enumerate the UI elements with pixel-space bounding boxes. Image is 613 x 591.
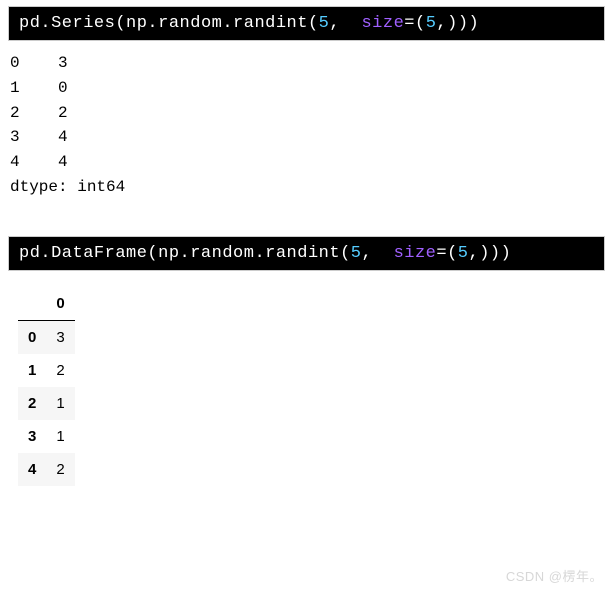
token-paren: ( — [308, 14, 319, 33]
token-comma: , — [469, 244, 480, 263]
dataframe-output: 0 0 3 1 2 2 1 3 1 4 2 — [0, 273, 613, 494]
notebook-cell-1: pd.Series(np.random.randint(5, size=(5,)… — [8, 6, 605, 41]
token-paren: ) — [479, 244, 490, 263]
token-func: np.random.randint — [158, 244, 340, 263]
dataframe-row-header: 1 — [18, 354, 46, 387]
dataframe-cell: 2 — [46, 453, 74, 486]
token-equals: = — [436, 244, 447, 263]
table-row: 4 2 — [18, 453, 75, 486]
token-paren: ) — [501, 244, 512, 263]
token-paren: ( — [447, 244, 458, 263]
token-number: 5 — [426, 14, 437, 33]
table-row: 0 3 — [18, 320, 75, 354]
dataframe-row-header: 0 — [18, 320, 46, 354]
token-paren: ) — [447, 14, 458, 33]
token-paren: ( — [340, 244, 351, 263]
token-comma: , — [361, 244, 393, 263]
token-func: np.random.randint — [126, 14, 308, 33]
dataframe-row-header: 2 — [18, 387, 46, 420]
token-keyword: size — [394, 244, 437, 263]
token-comma: , — [436, 14, 447, 33]
output-line: 4 4 — [10, 153, 68, 171]
dataframe-row-header: 3 — [18, 420, 46, 453]
dataframe-cell: 3 — [46, 320, 74, 354]
dataframe-row-header: 4 — [18, 453, 46, 486]
token-paren: ) — [490, 244, 501, 263]
output-line: 3 4 — [10, 128, 68, 146]
token-paren: ( — [147, 244, 158, 263]
token-paren: ( — [415, 14, 426, 33]
output-line: 0 3 — [10, 54, 68, 72]
token-keyword: size — [361, 14, 404, 33]
code-input-2: pd.DataFrame(np.random.randint(5, size=(… — [9, 237, 604, 270]
token-paren: ) — [458, 14, 469, 33]
notebook-cell-2: pd.DataFrame(np.random.randint(5, size=(… — [8, 236, 605, 271]
token-equals: = — [404, 14, 415, 33]
series-output: 0 3 1 0 2 2 3 4 4 4 dtype: int64 — [0, 43, 613, 206]
token-paren: ) — [469, 14, 480, 33]
token-comma: , — [329, 14, 361, 33]
token-number: 5 — [319, 14, 330, 33]
table-row: 2 1 — [18, 387, 75, 420]
output-line: 2 2 — [10, 104, 68, 122]
table-row: 3 1 — [18, 420, 75, 453]
token-func: pd.Series — [19, 14, 115, 33]
dataframe-table: 0 0 3 1 2 2 1 3 1 4 2 — [18, 287, 75, 486]
dataframe-corner — [18, 287, 46, 321]
dataframe-cell: 1 — [46, 420, 74, 453]
output-line: 1 0 — [10, 79, 68, 97]
code-input-1: pd.Series(np.random.randint(5, size=(5,)… — [9, 7, 604, 40]
dataframe-cell: 2 — [46, 354, 74, 387]
token-paren: ( — [115, 14, 126, 33]
token-number: 5 — [458, 244, 469, 263]
token-number: 5 — [351, 244, 362, 263]
watermark-text: CSDN @楞年。 — [506, 566, 603, 585]
table-row: 1 2 — [18, 354, 75, 387]
token-func: pd.DataFrame — [19, 244, 147, 263]
output-line: dtype: int64 — [10, 178, 125, 196]
dataframe-col-header: 0 — [46, 287, 74, 321]
dataframe-cell: 1 — [46, 387, 74, 420]
